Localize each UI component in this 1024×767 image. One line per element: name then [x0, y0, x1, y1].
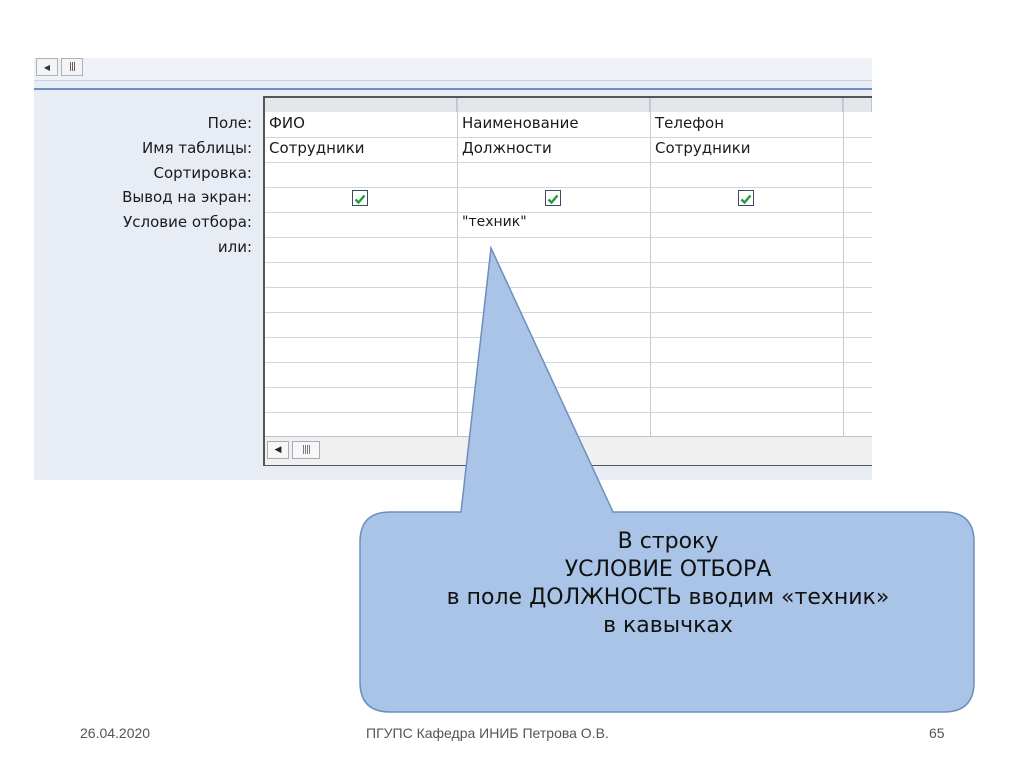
callout-line: в поле ДОЛЖНОСТЬ вводим «техник» — [446, 585, 890, 610]
callout-line: в кавычках — [603, 613, 733, 638]
callout-line: В строку — [617, 529, 719, 554]
footer-author: ПГУПС Кафедра ИНИБ Петрова О.В. — [366, 725, 609, 741]
callout-text: В строку УСЛОВИЕ ОТБОРА в поле ДОЛЖНОСТЬ… — [362, 528, 974, 640]
callout-shape — [359, 245, 975, 713]
footer-date: 26.04.2020 — [80, 725, 151, 741]
footer-page-number: 65 — [929, 725, 945, 741]
callout-bubble — [359, 245, 975, 713]
callout-line: УСЛОВИЕ ОТБОРА — [564, 557, 772, 582]
